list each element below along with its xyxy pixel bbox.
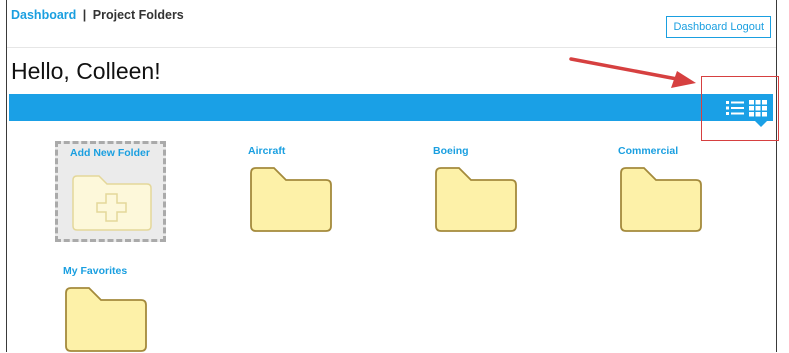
- view-toolbar: [9, 94, 773, 121]
- add-new-folder-label: Add New Folder: [70, 147, 150, 159]
- folder-label: Aircraft: [248, 145, 286, 157]
- page-frame: Dashboard | Project Folders Dashboard Lo…: [6, 0, 777, 352]
- breadcrumb-separator: |: [82, 8, 87, 22]
- folder-icon: [250, 167, 332, 232]
- breadcrumb: Dashboard | Project Folders: [11, 8, 184, 22]
- folder-commercial[interactable]: Commercial: [618, 145, 738, 233]
- folder-icon: [620, 167, 702, 232]
- breadcrumb-dashboard-link[interactable]: Dashboard: [11, 8, 76, 22]
- folder-label: Commercial: [618, 145, 679, 157]
- breadcrumb-current: Project Folders: [92, 8, 184, 22]
- folder-label: Boeing: [433, 145, 469, 157]
- annotation-arrow-icon: [569, 57, 696, 88]
- folder-my-favorites[interactable]: My Favorites: [63, 265, 183, 353]
- folder-label: My Favorites: [63, 265, 128, 277]
- folder-icon: [435, 167, 517, 232]
- folder-plus-icon: [72, 175, 152, 231]
- dashboard-logout-button[interactable]: Dashboard Logout: [666, 16, 771, 38]
- folder-aircraft[interactable]: Aircraft: [248, 145, 368, 233]
- top-bar: Dashboard | Project Folders Dashboard Lo…: [7, 0, 776, 48]
- greeting-heading: Hello, Colleen!: [11, 58, 161, 84]
- folder-icon: [65, 287, 147, 352]
- annotation-highlight-box: [701, 76, 779, 141]
- add-new-folder-tile[interactable]: Add New Folder: [55, 141, 166, 242]
- folder-boeing[interactable]: Boeing: [433, 145, 553, 233]
